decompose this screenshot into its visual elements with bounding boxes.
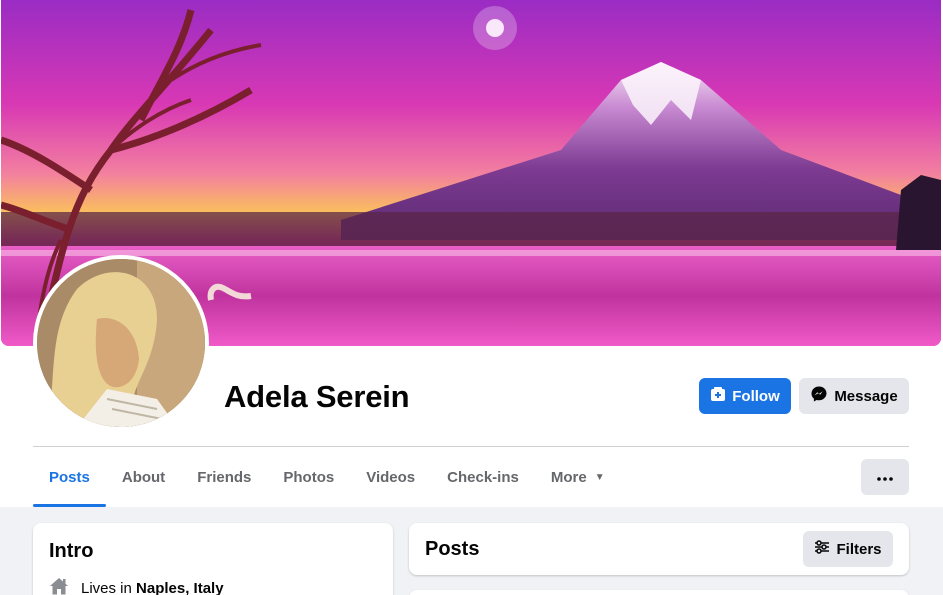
- tab-photos-label: Photos: [283, 468, 335, 486]
- more-options-button[interactable]: [861, 459, 909, 495]
- profile-avatar[interactable]: [37, 259, 205, 427]
- tab-check-ins-label: Check-ins: [447, 468, 519, 486]
- tab-more-label: More: [550, 468, 587, 486]
- ellipsis-icon: [877, 468, 893, 486]
- posts-title: Posts: [425, 538, 480, 560]
- messenger-icon: [810, 385, 828, 407]
- post-card: [409, 590, 909, 595]
- tab-friends[interactable]: Friends: [181, 448, 267, 506]
- follow-icon: [710, 386, 726, 406]
- tab-posts[interactable]: Posts: [33, 448, 106, 507]
- follow-button[interactable]: Follow: [699, 378, 791, 414]
- tab-about[interactable]: About: [106, 448, 181, 506]
- filters-button[interactable]: Filters: [803, 531, 893, 567]
- intro-lives-text: Lives in Naples, Italy: [81, 580, 224, 595]
- tab-videos[interactable]: Videos: [350, 448, 431, 506]
- intro-lives-in: Lives in Naples, Italy: [49, 577, 224, 595]
- tab-posts-label: Posts: [49, 468, 90, 486]
- message-button[interactable]: Message: [799, 378, 909, 414]
- tab-more[interactable]: More ▼: [535, 448, 621, 506]
- avatar-portrait: [37, 259, 205, 427]
- tab-videos-label: Videos: [366, 468, 416, 486]
- message-label: Message: [834, 387, 898, 405]
- filters-label: Filters: [836, 540, 882, 558]
- home-icon: [49, 577, 69, 595]
- follow-label: Follow: [732, 387, 780, 405]
- profile-name: Adela Serein: [224, 379, 410, 414]
- caret-down-icon: ▼: [594, 471, 605, 483]
- intro-title: Intro: [49, 540, 94, 562]
- posts-header-card: Posts Filters: [409, 523, 909, 575]
- lives-place-link[interactable]: Naples, Italy: [136, 580, 224, 595]
- tab-friends-label: Friends: [197, 468, 252, 486]
- tab-about-label: About: [121, 468, 166, 486]
- header-divider: [33, 446, 909, 447]
- tab-photos[interactable]: Photos: [267, 448, 350, 506]
- tab-check-ins[interactable]: Check-ins: [431, 448, 535, 506]
- lives-prefix: Lives in: [81, 579, 132, 595]
- profile-tabs: Posts About Friends Photos Videos Check-…: [33, 448, 621, 507]
- intro-card: Intro Lives in Naples, Italy: [33, 523, 393, 595]
- profile-header: Adela Serein Follow Message Posts About: [0, 0, 943, 507]
- filters-icon: [814, 540, 830, 558]
